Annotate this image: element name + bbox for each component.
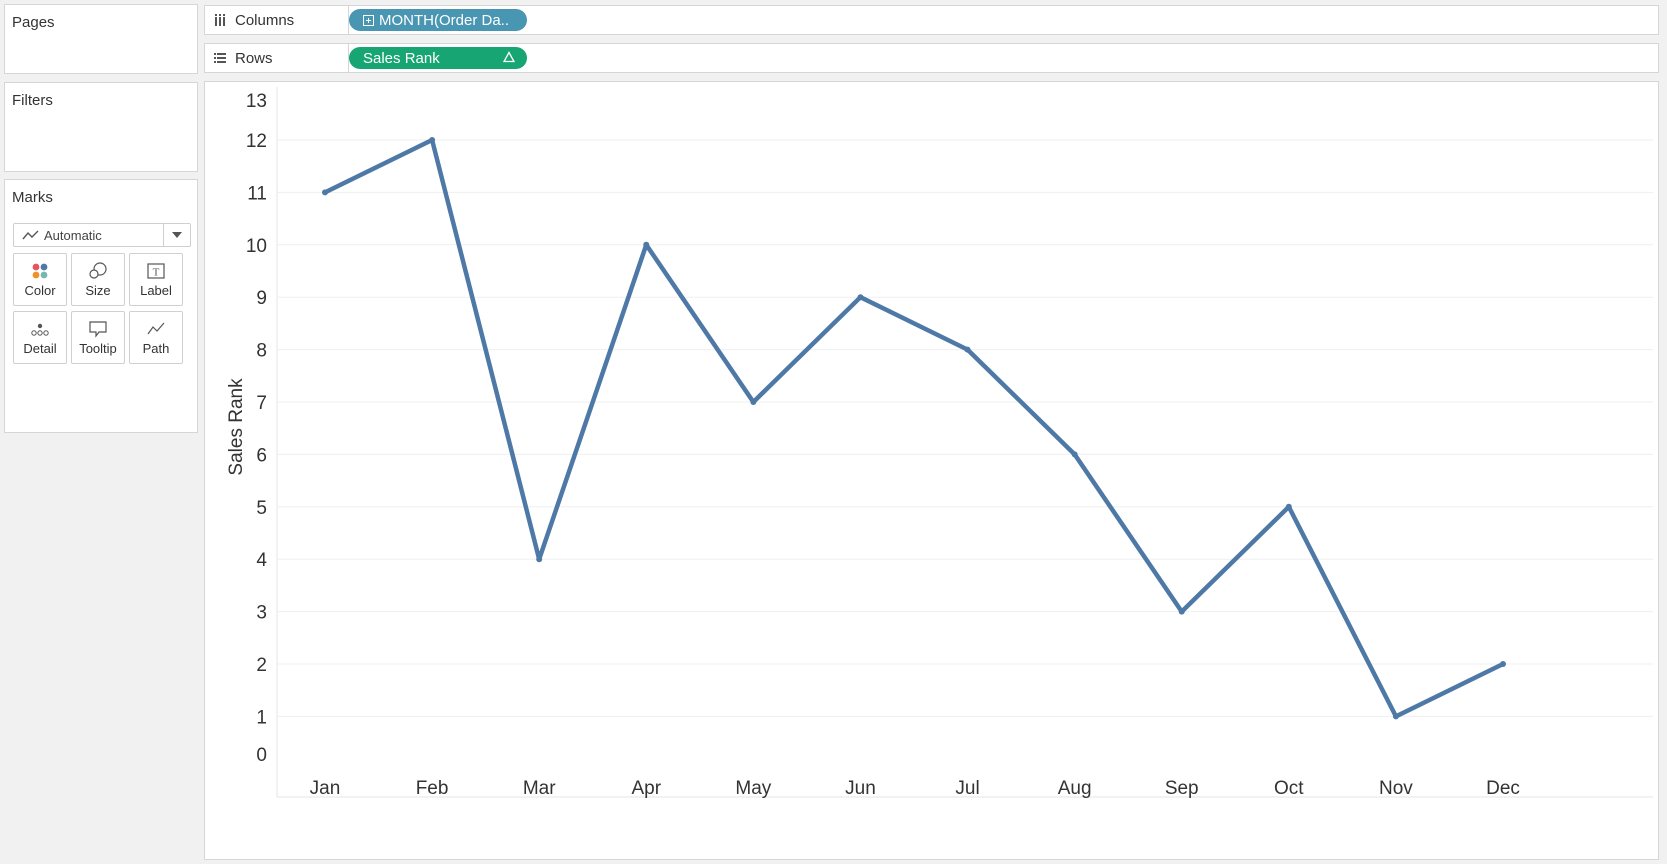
columns-shelf[interactable]: Columns MONTH(Order Da.. xyxy=(204,5,1659,35)
marks-title: Marks xyxy=(12,189,53,206)
y-tick-label: 9 xyxy=(256,288,267,309)
size-icon xyxy=(89,262,107,279)
detail-button[interactable]: Detail xyxy=(13,311,67,364)
data-point[interactable] xyxy=(1392,713,1399,720)
detail-icon xyxy=(31,323,49,336)
svg-text:T: T xyxy=(153,267,160,279)
label-icon: T xyxy=(147,263,165,279)
y-tick-label: 13 xyxy=(246,91,267,112)
line-chart[interactable]: 012345678910111213Jan Feb Mar Apr May Jun Jul A… xyxy=(205,82,1658,859)
chevron-down-icon[interactable] xyxy=(163,224,190,246)
rows-shelf[interactable]: Rows Sales Rank xyxy=(204,43,1659,73)
month-order-date-pill[interactable]: MONTH(Order Da.. xyxy=(349,9,527,31)
data-point[interactable] xyxy=(322,189,328,196)
label-button[interactable]: T Label xyxy=(129,253,183,306)
detail-button-label: Detail xyxy=(23,341,57,356)
x-tick-label: Dec xyxy=(1486,778,1520,799)
filters-card[interactable]: Filters xyxy=(4,82,198,172)
size-button[interactable]: Size xyxy=(71,253,125,306)
y-tick-label: 1 xyxy=(256,707,267,728)
pages-title: Pages xyxy=(12,14,55,31)
y-tick-label: 12 xyxy=(246,131,267,152)
chart-view[interactable]: 0 1 2 3 4 5 6 7 8 9 10 11 12 13 Jan Feb Mar Apr May Jun Jul A… xyxy=(204,81,1659,860)
columns-shelf-label: Columns xyxy=(205,6,349,34)
sales-rank-line[interactable] xyxy=(322,137,1506,719)
path-button-label: Path xyxy=(142,341,170,356)
sales-rank-pill[interactable]: Sales Rank xyxy=(349,47,527,69)
tooltip-icon xyxy=(89,321,107,338)
x-tick-label: Feb xyxy=(416,778,449,799)
color-button-label: Color xyxy=(24,283,56,298)
x-tick-label: Mar xyxy=(523,778,556,799)
label-button-label: Label xyxy=(140,283,172,298)
pages-card[interactable]: Pages xyxy=(4,4,198,74)
delta-icon xyxy=(503,51,515,63)
x-tick-label: Jul xyxy=(955,778,979,799)
y-tick-label: 6 xyxy=(256,445,267,466)
data-point[interactable] xyxy=(750,399,757,405)
y-tick-label: 0 xyxy=(256,745,267,766)
data-point[interactable] xyxy=(964,346,971,353)
data-point[interactable] xyxy=(1500,661,1506,667)
x-tick-label: Sep xyxy=(1165,778,1199,799)
x-tick-label: Jan xyxy=(310,778,341,799)
filters-title: Filters xyxy=(12,92,53,109)
rows-label-text: Rows xyxy=(235,49,273,67)
y-tick-label: 5 xyxy=(256,498,267,519)
x-tick-label: Jun xyxy=(845,778,876,799)
rows-shelf-label: Rows xyxy=(205,44,349,72)
columns-icon xyxy=(215,14,225,26)
x-tick-label: Nov xyxy=(1379,778,1413,799)
mark-type-dropdown[interactable]: Automatic xyxy=(13,223,191,247)
path-button[interactable]: Path xyxy=(129,311,183,364)
x-tick-label: Oct xyxy=(1274,778,1304,799)
rows-pill-label: Sales Rank xyxy=(363,49,440,67)
tooltip-button-label: Tooltip xyxy=(79,341,117,356)
mark-type-label: Automatic xyxy=(44,227,102,243)
tooltip-button[interactable]: Tooltip xyxy=(71,311,125,364)
expand-icon[interactable] xyxy=(363,14,374,26)
x-tick-label: Apr xyxy=(631,778,661,799)
data-point[interactable] xyxy=(643,241,650,248)
y-tick-label: 8 xyxy=(256,341,267,362)
y-tick-label: 2 xyxy=(256,655,267,676)
color-icon xyxy=(32,263,48,279)
line-mark-icon xyxy=(22,230,39,240)
data-point[interactable] xyxy=(1178,608,1185,615)
y-tick-label: 11 xyxy=(247,183,267,204)
y-axis-title: Sales Rank xyxy=(226,378,247,476)
data-point[interactable] xyxy=(1071,451,1078,458)
data-point[interactable] xyxy=(1285,503,1292,510)
color-button[interactable]: Color xyxy=(13,253,67,306)
data-point[interactable] xyxy=(857,294,864,301)
path-icon xyxy=(147,322,165,335)
y-tick-label: 7 xyxy=(256,393,267,414)
x-tick-label: May xyxy=(735,778,771,799)
y-tick-label: 10 xyxy=(246,236,267,257)
columns-label-text: Columns xyxy=(235,11,295,29)
data-point[interactable] xyxy=(429,137,436,143)
size-button-label: Size xyxy=(85,283,111,298)
x-tick-label: Aug xyxy=(1058,778,1092,799)
data-point[interactable] xyxy=(536,556,543,563)
marks-card: Marks Automatic Color Size T Label Detai… xyxy=(4,179,198,433)
rows-icon xyxy=(214,53,226,63)
columns-pill-label: MONTH(Order Da.. xyxy=(379,11,510,29)
y-tick-label: 3 xyxy=(256,603,267,624)
y-tick-label: 4 xyxy=(256,550,267,571)
